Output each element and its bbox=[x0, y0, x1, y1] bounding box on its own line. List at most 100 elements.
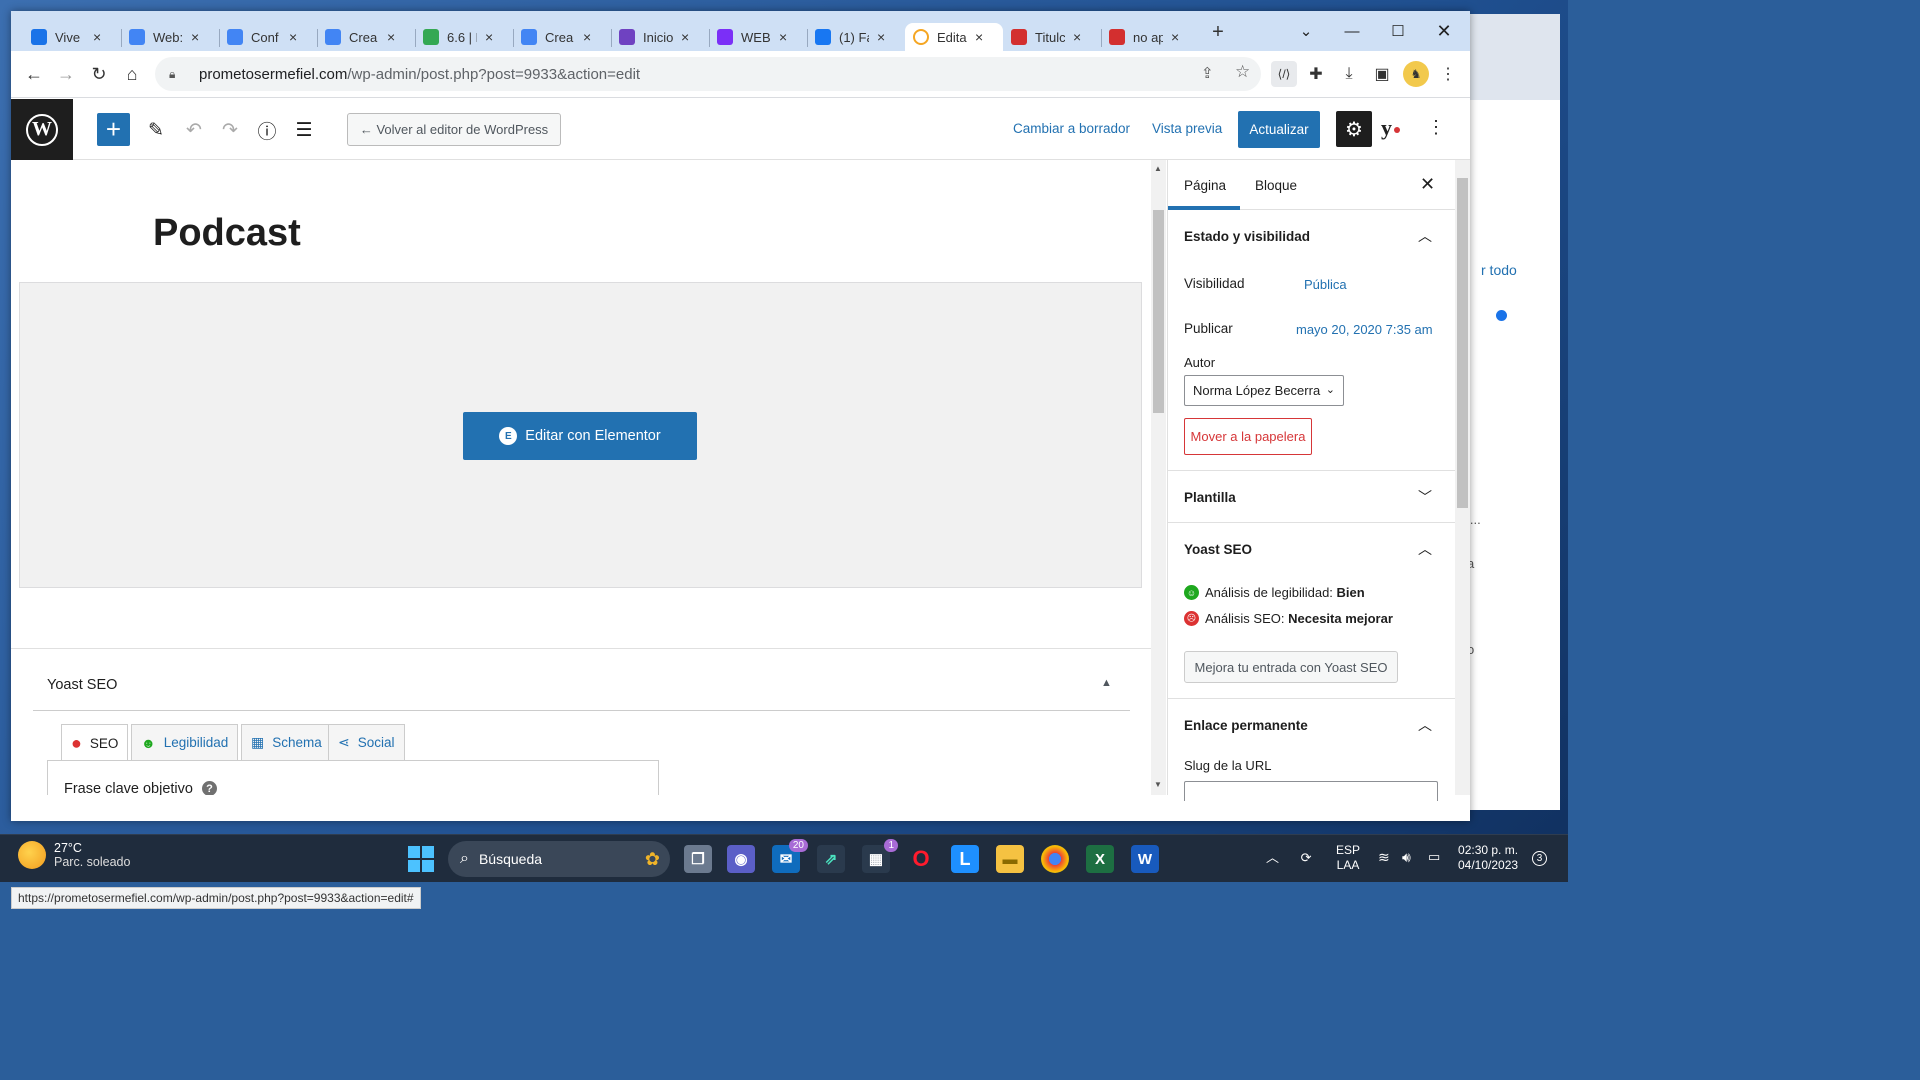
wordpress-logo-button[interactable]: W bbox=[11, 99, 73, 160]
battery-icon[interactable]: ▭ bbox=[1428, 849, 1440, 865]
list-view-icon[interactable]: ☰ bbox=[291, 117, 317, 143]
scroll-down-arrow-icon[interactable]: ▼ bbox=[1154, 780, 1162, 789]
publish-date-link[interactable]: mayo 20, 2020 7:35 am bbox=[1296, 322, 1433, 337]
tab-close-icon[interactable]: × bbox=[191, 29, 199, 45]
tab-close-icon[interactable]: × bbox=[93, 29, 101, 45]
store-icon[interactable]: ▦ 1 bbox=[862, 839, 898, 873]
browser-tab[interactable]: 6.6 | E × bbox=[415, 23, 513, 51]
template-panel-header[interactable]: Plantilla ﹀ bbox=[1168, 470, 1456, 522]
yoast-logo-icon[interactable]: y bbox=[1381, 115, 1417, 143]
browser-tab[interactable]: WEB × bbox=[709, 23, 807, 51]
task-view-icon[interactable]: ❐ bbox=[684, 845, 712, 873]
scroll-up-arrow-icon[interactable]: ▲ bbox=[1154, 164, 1162, 173]
page-title[interactable]: Podcast bbox=[153, 212, 301, 255]
new-tab-button[interactable]: + bbox=[1207, 21, 1229, 43]
back-icon[interactable]: ← bbox=[21, 61, 47, 87]
tab-close-icon[interactable]: × bbox=[975, 29, 983, 45]
undo-icon[interactable]: ↶ bbox=[181, 117, 207, 143]
tab-close-icon[interactable]: × bbox=[289, 29, 297, 45]
app-green-icon[interactable]: ⇗ bbox=[817, 845, 845, 873]
start-windows-icon[interactable] bbox=[408, 846, 434, 872]
settings-gear-icon[interactable]: ⚙ bbox=[1336, 111, 1372, 147]
chrome-icon[interactable] bbox=[1041, 845, 1069, 873]
address-bar[interactable]: 🔒︎ prometosermefiel.com/wp-admin/post.ph… bbox=[155, 57, 1261, 91]
excel-icon[interactable]: X bbox=[1086, 845, 1114, 873]
word-icon[interactable]: W bbox=[1131, 845, 1159, 873]
browser-tab[interactable]: Crea × bbox=[317, 23, 415, 51]
extensions-puzzle-icon[interactable]: ✚ bbox=[1303, 61, 1329, 87]
browser-tab[interactable]: Titulc × bbox=[1003, 23, 1101, 51]
add-block-button[interactable]: + bbox=[97, 113, 130, 146]
browser-tab[interactable]: Editai × bbox=[905, 23, 1003, 51]
extension-code-icon[interactable]: ⟨/⟩ bbox=[1271, 61, 1297, 87]
yoast-panel-header[interactable]: Yoast SEO ︿ bbox=[1168, 522, 1456, 574]
browser-tab[interactable]: Inicio × bbox=[611, 23, 709, 51]
tab-page[interactable]: Página bbox=[1184, 178, 1226, 193]
tab-close-icon[interactable]: × bbox=[387, 29, 395, 45]
improve-with-yoast-button[interactable]: Mejora tu entrada con Yoast SEO bbox=[1184, 651, 1398, 683]
forward-icon[interactable]: → bbox=[53, 61, 79, 87]
browser-tab[interactable]: (1) Fa × bbox=[807, 23, 905, 51]
share-icon[interactable]: ⇪ bbox=[1201, 64, 1214, 82]
weather-widget[interactable]: 27°C Parc. soleado bbox=[18, 841, 130, 869]
slug-input[interactable] bbox=[1184, 781, 1438, 801]
tab-close-icon[interactable]: × bbox=[779, 29, 787, 45]
close-sidebar-icon[interactable]: ✕ bbox=[1420, 174, 1435, 195]
notification-count[interactable]: 3 bbox=[1532, 851, 1547, 866]
yoast-tab-readability[interactable]: ☻ Legibilidad bbox=[131, 724, 239, 760]
close-window-button[interactable]: ✕ bbox=[1421, 17, 1467, 45]
author-select[interactable]: Norma López Becerra ⌄ bbox=[1184, 375, 1344, 406]
options-menu-icon[interactable]: ⋮ bbox=[1425, 117, 1447, 143]
browser-tab[interactable]: Vive × bbox=[23, 23, 121, 51]
status-visibility-panel-header[interactable]: Estado y visibilidad ︿ bbox=[1168, 210, 1456, 262]
clock[interactable]: 02:30 p. m. 04/10/2023 bbox=[1458, 843, 1518, 873]
tab-close-icon[interactable]: × bbox=[1171, 29, 1179, 45]
edit-with-elementor-button[interactable]: E Editar con Elementor bbox=[463, 412, 697, 460]
help-icon[interactable]: ? bbox=[202, 781, 217, 795]
update-button[interactable]: Actualizar bbox=[1238, 111, 1320, 148]
yoast-tab-social[interactable]: ⋖ Social bbox=[328, 724, 405, 760]
wifi-icon[interactable]: ≋ bbox=[1378, 849, 1390, 866]
visibility-value-link[interactable]: Pública bbox=[1304, 277, 1347, 292]
browser-tab[interactable]: no ap × bbox=[1101, 23, 1199, 51]
tab-close-icon[interactable]: × bbox=[877, 29, 885, 45]
reload-icon[interactable]: ↻ bbox=[86, 61, 112, 87]
collapse-triangle-icon[interactable]: ▲ bbox=[1101, 677, 1112, 689]
app-l-icon[interactable]: L bbox=[951, 845, 979, 873]
profile-avatar-icon[interactable]: ♞ bbox=[1403, 61, 1429, 87]
permalink-panel-header[interactable]: Enlace permanente ︿ bbox=[1168, 698, 1456, 750]
chevron-up-tray-icon[interactable]: ︿ bbox=[1266, 850, 1279, 865]
tab-close-icon[interactable]: × bbox=[1073, 29, 1081, 45]
taskbar-search[interactable]: ⌕ Búsqueda ✿ bbox=[448, 841, 670, 877]
browser-tab[interactable]: Conf × bbox=[219, 23, 317, 51]
tab-close-icon[interactable]: × bbox=[681, 29, 689, 45]
home-icon[interactable]: ⌂ bbox=[119, 61, 145, 87]
minimize-button[interactable]: — bbox=[1329, 17, 1375, 45]
redo-icon[interactable]: ↷ bbox=[217, 117, 243, 143]
back-to-wordpress-editor-button[interactable]: ← Volver al editor de WordPress bbox=[347, 113, 561, 146]
edit-pencil-icon[interactable]: ✎ bbox=[143, 117, 169, 143]
download-icon[interactable]: ⤓ bbox=[1336, 61, 1362, 87]
move-to-trash-button[interactable]: Mover a la papelera bbox=[1184, 418, 1312, 455]
bookmark-star-icon[interactable]: ☆ bbox=[1235, 62, 1250, 82]
switch-to-draft-button[interactable]: Cambiar a borrador bbox=[1013, 121, 1130, 136]
yoast-tab-seo[interactable]: ● SEO bbox=[61, 724, 129, 761]
tab-close-icon[interactable]: × bbox=[485, 29, 493, 45]
mail-icon[interactable]: ✉ 20 bbox=[772, 839, 808, 873]
meet-chat-icon[interactable]: ◉ bbox=[727, 845, 755, 873]
sidebar-scrollbar[interactable] bbox=[1455, 160, 1470, 795]
details-info-icon[interactable]: ⓘ bbox=[254, 117, 280, 143]
tab-close-icon[interactable]: × bbox=[583, 29, 591, 45]
opera-icon[interactable]: O bbox=[907, 845, 935, 873]
file-explorer-icon[interactable]: ▬ bbox=[996, 845, 1024, 873]
language-indicator[interactable]: ESP LAA bbox=[1336, 843, 1360, 873]
browser-tab[interactable]: Crea × bbox=[513, 23, 611, 51]
scrollbar-thumb[interactable] bbox=[1153, 210, 1164, 413]
tab-search-icon[interactable]: ⌄ bbox=[1283, 17, 1329, 45]
browser-tab[interactable]: Web: × bbox=[121, 23, 219, 51]
maximize-button[interactable]: ☐ bbox=[1375, 17, 1421, 45]
browser-menu-icon[interactable]: ⋮ bbox=[1435, 61, 1461, 87]
editor-scrollbar[interactable]: ▲ ▼ bbox=[1151, 160, 1166, 795]
yoast-tab-schema[interactable]: ▦ Schema bbox=[241, 724, 332, 760]
volume-icon[interactable]: 🔊︎ bbox=[1402, 849, 1411, 866]
